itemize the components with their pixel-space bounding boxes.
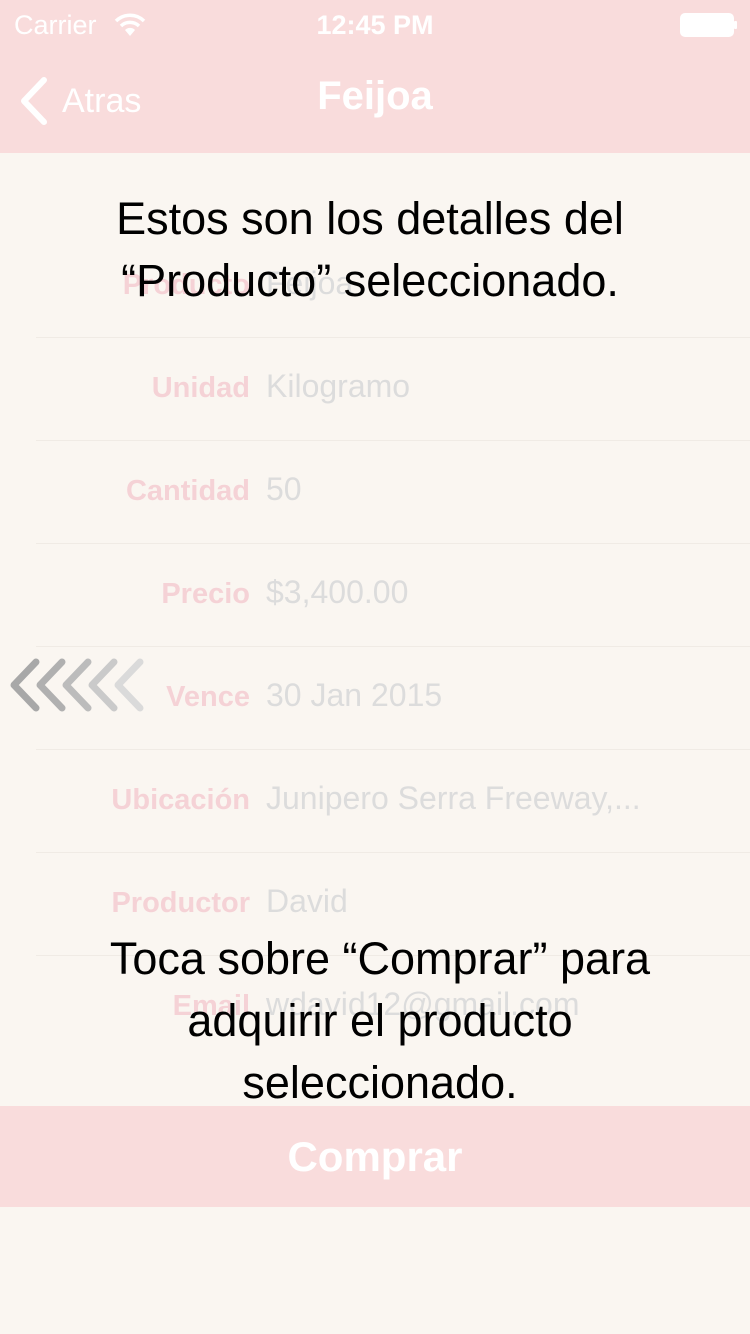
field-value: David xyxy=(266,883,348,919)
field-label: Unidad xyxy=(151,372,250,404)
tutorial-top-line: Estos son los detalles del xyxy=(116,193,624,244)
field-value: Junipero Serra Freeway,... xyxy=(266,780,641,816)
detail-row-cantidad: Cantidad 50 xyxy=(0,441,750,544)
buy-button[interactable]: Comprar xyxy=(0,1106,750,1207)
buy-button-label: Comprar xyxy=(287,1132,463,1180)
page-title: Feijoa xyxy=(317,74,433,118)
field-label: Precio xyxy=(161,578,250,610)
tutorial-bottom-line: Toca sobre “Comprar” para xyxy=(109,933,651,984)
status-bar: Carrier 12:45 PM xyxy=(0,0,750,50)
field-label: Ubicación xyxy=(111,784,250,816)
field-label: Productor xyxy=(111,887,250,919)
detail-row-precio: Precio $3,400.00 xyxy=(0,544,750,647)
detail-row-ubicacion: Ubicación Junipero Serra Freeway,... xyxy=(0,750,750,853)
status-time: 12:45 PM xyxy=(316,10,434,40)
tutorial-bottom-line: seleccionado. xyxy=(242,1057,518,1108)
field-value: $3,400.00 xyxy=(266,574,409,610)
navigation-bar: Atras Feijoa xyxy=(0,50,750,153)
tutorial-bottom-line: adquirir el producto xyxy=(187,995,573,1046)
field-value: Kilogramo xyxy=(266,368,411,404)
field-value: 50 xyxy=(266,471,302,507)
swipe-left-chevrons-icon xyxy=(10,658,144,712)
tutorial-text-top: Estos son los detalles del “Producto” se… xyxy=(0,188,740,312)
detail-row-unidad: Unidad Kilogramo xyxy=(0,338,750,441)
tutorial-top-line: “Producto” seleccionado. xyxy=(121,255,619,306)
field-value: 30 Jan 2015 xyxy=(266,677,443,713)
field-label: Cantidad xyxy=(125,475,250,507)
battery-icon xyxy=(680,13,737,37)
tutorial-text-bottom: Toca sobre “Comprar” para adquirir el pr… xyxy=(0,928,750,1114)
